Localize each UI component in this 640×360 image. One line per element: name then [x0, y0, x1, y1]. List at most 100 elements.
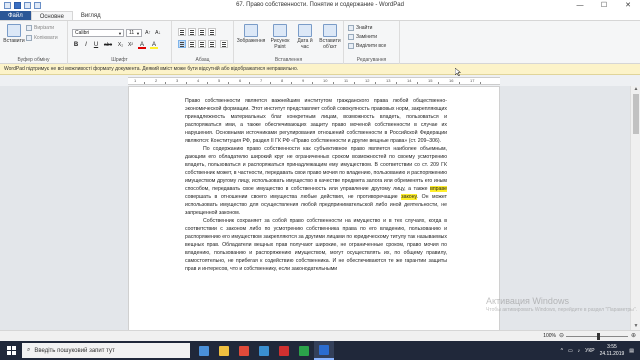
maximize-button[interactable]: ☐ — [592, 0, 616, 11]
ruler-number: 8 — [281, 78, 284, 83]
align-left-button[interactable] — [178, 40, 186, 48]
insert-picture-button[interactable]: Зображення — [236, 24, 266, 44]
language-indicator[interactable]: УКР — [585, 348, 594, 354]
zoom-level: 100% — [543, 333, 556, 339]
clock[interactable]: 3:55 24.11.2019 — [600, 344, 625, 358]
grow-font-button[interactable]: A↑ — [144, 29, 152, 37]
paragraph-settings-button[interactable] — [220, 40, 228, 48]
align-center-button[interactable] — [188, 40, 196, 48]
underline-button[interactable]: U — [92, 41, 100, 49]
tray-chevron-icon[interactable]: ^ — [561, 348, 563, 354]
replace-label: Замінити — [356, 34, 377, 40]
bold-button[interactable]: B — [72, 41, 80, 49]
copy-button[interactable]: Копіювати — [26, 35, 58, 41]
clock-time: 3:55 — [607, 343, 617, 350]
paragraph-2: По содержанию право собственности как су… — [185, 145, 447, 217]
network-icon[interactable]: ▭ — [568, 348, 573, 354]
mouse-cursor-icon — [455, 68, 461, 76]
picture-icon — [244, 24, 258, 37]
insert-datetime-button[interactable]: Дата й час — [294, 24, 316, 50]
taskbar-app-icon[interactable] — [234, 341, 254, 360]
replace-button[interactable]: Замінити — [348, 34, 377, 40]
font-family-select[interactable]: Calibri ▼ — [72, 29, 124, 37]
select-all-icon — [348, 43, 354, 49]
insert-object-button[interactable]: Вставити об'єкт — [318, 24, 342, 50]
zoom-in-icon[interactable]: ⊕ — [631, 332, 636, 339]
ruler-tick — [480, 82, 481, 84]
clipboard-group-label: Буфер обміну — [17, 57, 50, 63]
ruler-tick — [459, 82, 460, 84]
object-label: Вставити об'єкт — [319, 38, 341, 50]
subscript-button[interactable]: X₂ — [116, 41, 125, 49]
find-button[interactable]: Знайти — [348, 25, 372, 31]
paragraph-3: Собственник сохраняет за собой право соб… — [185, 218, 447, 272]
paint-icon — [273, 24, 287, 37]
paragraph-1: Право собственности является важнейшим и… — [185, 98, 447, 144]
copy-label: Копіювати — [34, 35, 58, 41]
justify-button[interactable] — [208, 40, 216, 48]
paragraph-group-label: Абзац — [195, 57, 210, 63]
cut-label: Вирізати — [34, 25, 55, 31]
align-right-button[interactable] — [198, 40, 206, 48]
highlight-color-button[interactable]: A — [150, 41, 158, 49]
scroll-up-icon[interactable]: ▲ — [631, 86, 640, 93]
scroll-thumb[interactable] — [633, 94, 639, 134]
minimize-button[interactable]: — — [568, 0, 592, 11]
vertical-scrollbar[interactable]: ▲ ▼ — [630, 86, 640, 330]
taskbar-app-icon[interactable] — [194, 341, 214, 360]
font-group: Calibri ▼ 11 ▼ A↑ A↓ B I U abc X₂ X² A A… — [68, 21, 172, 64]
scroll-down-icon[interactable]: ▼ — [631, 323, 640, 330]
copy-icon — [26, 35, 32, 41]
document-page[interactable]: Право собственности является важнейшим и… — [128, 86, 500, 330]
taskbar-app-icon[interactable] — [254, 341, 274, 360]
font-size-select[interactable]: 11 ▼ — [126, 29, 142, 37]
line-spacing-button[interactable] — [208, 28, 216, 36]
chevron-down-icon: ▼ — [136, 31, 140, 36]
paste-button[interactable]: Вставити — [3, 24, 25, 44]
replace-icon — [348, 34, 354, 40]
tab-home[interactable]: Основне — [30, 11, 73, 20]
paste-label: Вставити — [3, 38, 25, 44]
tab-view[interactable]: Вигляд — [73, 11, 109, 20]
superscript-button[interactable]: X² — [126, 41, 135, 49]
ruler-number: 1 — [134, 78, 137, 83]
taskbar-app-icon[interactable] — [214, 341, 234, 360]
paragraph-2-text-a: По содержанию право собственности как су… — [185, 146, 447, 192]
clipboard-group: Вставити Вирізати Копіювати Буфер обміну — [0, 21, 68, 64]
increase-indent-button[interactable] — [188, 28, 196, 36]
windows-logo-icon — [6, 346, 16, 355]
strikethrough-button[interactable]: abc — [102, 41, 114, 49]
zoom-slider-thumb[interactable] — [597, 333, 600, 340]
start-button[interactable] — [0, 341, 22, 360]
tab-file[interactable]: Файл — [0, 11, 31, 20]
ruler-track[interactable]: 1 2 3 4 5 6 7 8 9 10 11 12 13 14 15 16 17 — [128, 77, 500, 85]
italic-button[interactable]: I — [82, 41, 90, 49]
ruler-tick — [375, 82, 376, 84]
notifications-icon[interactable]: ▤ — [629, 348, 634, 354]
ruler-tick — [207, 82, 208, 84]
close-button[interactable]: ✕ — [616, 0, 640, 11]
insert-group: Зображення Рисунок Paint Дата й час Вста… — [234, 21, 344, 64]
volume-icon[interactable]: ♪ — [578, 348, 581, 354]
ruler-tick — [333, 82, 334, 84]
taskbar-search-input[interactable]: ⌕ Введіть пошуковий запит тут — [22, 343, 190, 358]
find-label: Знайти — [356, 25, 373, 31]
text-color-button[interactable]: A — [138, 41, 146, 49]
taskbar-app-icon[interactable] — [294, 341, 314, 360]
shrink-font-button[interactable]: A↓ — [154, 29, 162, 37]
decrease-indent-button[interactable] — [178, 28, 186, 36]
ruler-tick — [312, 82, 313, 84]
list-button[interactable] — [198, 28, 206, 36]
ruler-number: 6 — [239, 78, 242, 83]
select-all-button[interactable]: Виділити все — [348, 43, 386, 49]
status-bar: 100% ⊖ ⊕ — [0, 330, 640, 341]
ruler-tick — [270, 82, 271, 84]
watermark-subtitle: Чтобы активировать Windows, перейдите в … — [486, 307, 638, 313]
zoom-out-icon[interactable]: ⊖ — [559, 332, 564, 339]
insert-paint-button[interactable]: Рисунок Paint — [268, 24, 292, 50]
cut-button[interactable]: Вирізати — [26, 25, 54, 31]
taskbar-app-icon[interactable] — [314, 341, 334, 360]
font-group-label: Шрифт — [111, 57, 128, 63]
chevron-down-icon: ▼ — [118, 31, 122, 36]
taskbar-app-icon[interactable] — [274, 341, 294, 360]
